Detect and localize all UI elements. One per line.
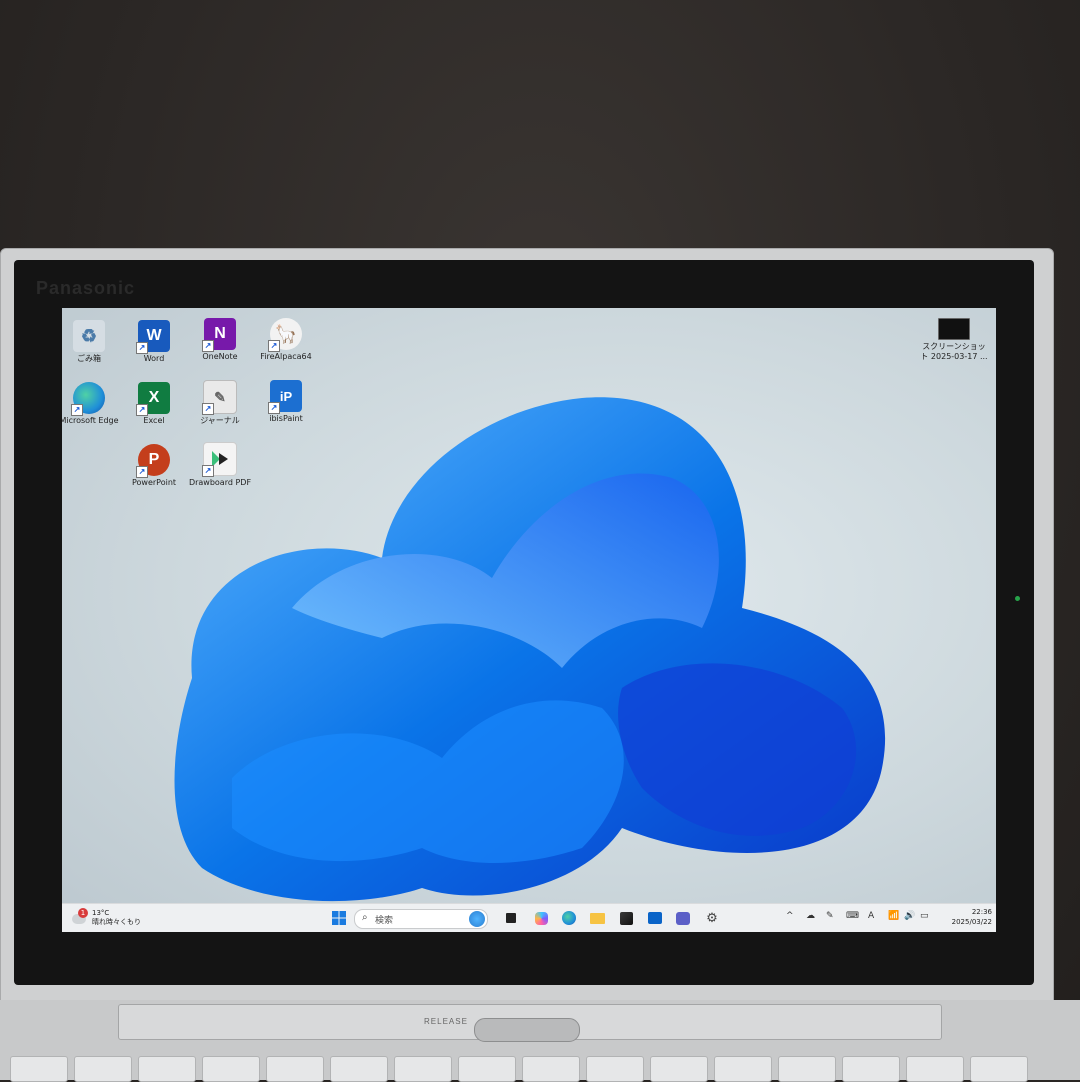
screenshot-file-icon <box>938 318 970 340</box>
firealpaca-icon: 🦙 ↗ <box>268 318 302 352</box>
ime-mode[interactable]: A <box>868 911 874 921</box>
recycle-icon: ♻ <box>73 320 105 352</box>
store-icon <box>619 911 633 925</box>
search-icon: ⌕ <box>362 912 368 923</box>
outlook-icon <box>648 912 662 924</box>
wifi-icon[interactable]: 📶 <box>888 911 899 921</box>
cloud-icon[interactable]: ☁ <box>806 911 815 921</box>
release-latch[interactable] <box>474 1018 580 1042</box>
taskbar-file-explorer[interactable] <box>588 909 606 927</box>
search-box[interactable]: ⌕ 検索 <box>354 909 488 929</box>
key[interactable] <box>10 1056 68 1082</box>
powerpoint-icon: P ↗ <box>136 444 170 478</box>
taskbar-settings[interactable]: ⚙ <box>703 909 721 927</box>
brand-logo: Panasonic <box>36 278 136 298</box>
taskbar-teams[interactable] <box>674 909 692 927</box>
key[interactable] <box>778 1056 836 1082</box>
key[interactable] <box>138 1056 196 1082</box>
weather-temp: 13°C <box>92 909 110 917</box>
journal-icon: ✎ ↗ <box>202 380 237 415</box>
journal-shortcut[interactable]: ✎ ↗ ジャーナル <box>184 380 256 426</box>
key[interactable] <box>906 1056 964 1082</box>
word-shortcut[interactable]: W ↗ Word <box>118 320 190 364</box>
drawboard-shortcut[interactable]: ↗ Drawboard PDF <box>184 442 256 488</box>
teams-icon <box>676 911 690 925</box>
edge-icon: ↗ <box>71 382 105 416</box>
taskbar-store[interactable] <box>617 909 635 927</box>
key[interactable] <box>714 1056 772 1082</box>
task-view-button[interactable] <box>502 909 520 927</box>
weather-desc: 晴れ時々くもり <box>92 918 141 926</box>
volume-icon[interactable]: 🔊 <box>904 911 915 921</box>
clock[interactable]: 22:36 2025/03/22 <box>936 908 992 926</box>
taskbar-edge[interactable] <box>560 909 578 927</box>
gear-icon: ⚙ <box>706 910 718 926</box>
powerpoint-shortcut[interactable]: P ↗ PowerPoint <box>118 444 190 488</box>
key[interactable] <box>394 1056 452 1082</box>
key[interactable] <box>522 1056 580 1082</box>
key[interactable] <box>202 1056 260 1082</box>
pen-icon[interactable]: ✎ <box>826 911 834 921</box>
battery-icon[interactable]: ▭ <box>920 911 929 921</box>
ibispaint-icon: iP ↗ <box>268 380 302 414</box>
edge-icon <box>562 911 576 925</box>
ibispaint-shortcut[interactable]: iP ↗ ibisPaint <box>250 380 322 424</box>
edge-shortcut[interactable]: ↗ Microsoft Edge <box>62 382 125 426</box>
clock-time: 22:36 <box>971 908 992 916</box>
desktop-screen: ♻ ごみ箱 W ↗ Word N ↗ OneNote 🦙 ↗ FireAlpaca64… <box>62 308 996 932</box>
firealpaca-shortcut[interactable]: 🦙 ↗ FireAlpaca64 <box>250 318 322 362</box>
key[interactable] <box>266 1056 324 1082</box>
clock-date: 2025/03/22 <box>951 918 992 926</box>
copilot-button[interactable] <box>532 909 550 927</box>
start-button[interactable] <box>330 909 348 927</box>
release-label: RELEASE <box>424 1017 468 1026</box>
folder-icon <box>589 912 605 924</box>
taskbar-outlook[interactable] <box>646 909 664 927</box>
excel-shortcut[interactable]: X ↗ Excel <box>118 382 190 426</box>
onenote-shortcut[interactable]: N ↗ OneNote <box>184 318 256 362</box>
keyboard-row <box>0 1056 1080 1082</box>
weather-widget[interactable]: 1 13°C 晴れ時々くもり <box>72 908 162 927</box>
windows-logo-icon <box>332 911 346 925</box>
notification-badge: 1 <box>78 908 88 918</box>
search-highlight-icon <box>469 911 485 927</box>
drawboard-icon: ↗ <box>202 442 237 477</box>
camera-led <box>1015 596 1020 601</box>
key[interactable] <box>74 1056 132 1082</box>
key[interactable] <box>970 1056 1028 1082</box>
taskbar: 1 13°C 晴れ時々くもり ⌕ 検索 ⚙ ^ ☁ ✎ ⌨ A 📶 🔊 ▭ 22… <box>62 903 996 932</box>
word-icon: W ↗ <box>136 320 170 354</box>
key[interactable] <box>330 1056 388 1082</box>
key[interactable] <box>650 1056 708 1082</box>
weather-icon: 1 <box>72 908 88 926</box>
excel-icon: X ↗ <box>136 382 170 416</box>
search-placeholder: 検索 <box>375 916 394 926</box>
recycle-bin-icon[interactable]: ♻ ごみ箱 <box>62 320 125 364</box>
task-view-icon <box>506 913 516 923</box>
key[interactable] <box>586 1056 644 1082</box>
onenote-icon: N ↗ <box>202 318 236 352</box>
key[interactable] <box>458 1056 516 1082</box>
key[interactable] <box>842 1056 900 1082</box>
copilot-icon <box>534 911 548 925</box>
keyboard-icon[interactable]: ⌨ <box>846 911 859 921</box>
show-hidden-icons[interactable]: ^ <box>786 911 794 921</box>
screenshot-file[interactable]: スクリーンショット 2025-03-17 ... <box>914 318 994 362</box>
